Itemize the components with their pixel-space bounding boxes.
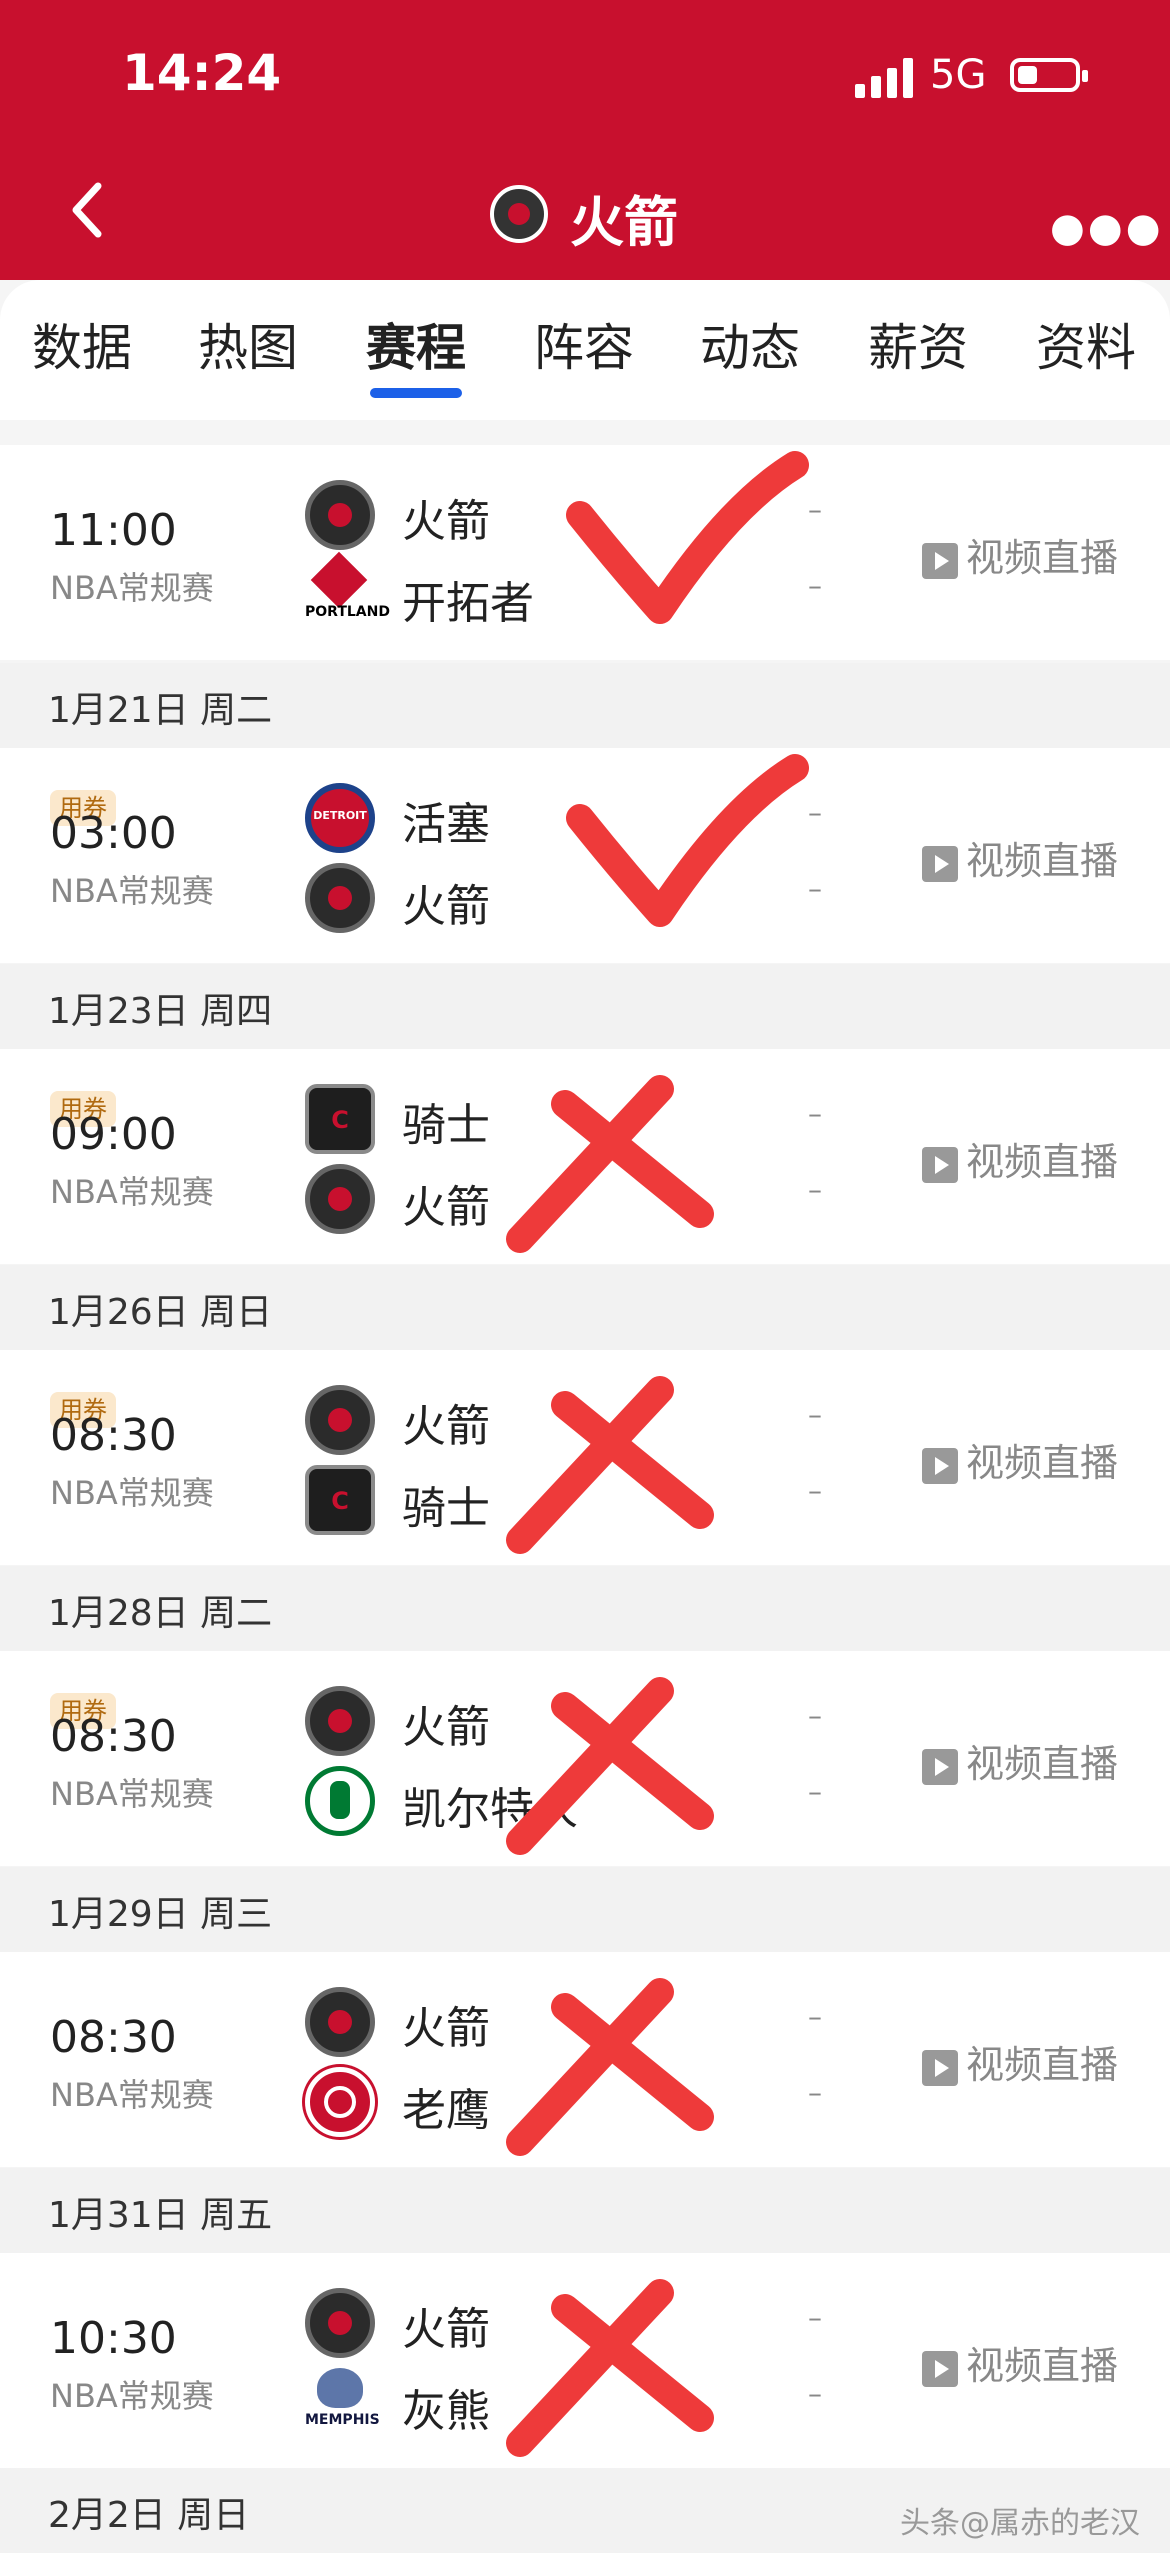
watermark: 头条@属赤的老汉 — [900, 2506, 1140, 2541]
checkmark — [566, 451, 809, 624]
handwritten-marks — [506, 451, 809, 2457]
checkmark — [566, 754, 809, 927]
cross-mark — [506, 2279, 714, 2457]
cross-mark — [506, 1075, 714, 1253]
cross-mark — [506, 1978, 714, 2156]
cross-mark — [506, 1677, 714, 1855]
cross-mark — [506, 1376, 714, 1554]
